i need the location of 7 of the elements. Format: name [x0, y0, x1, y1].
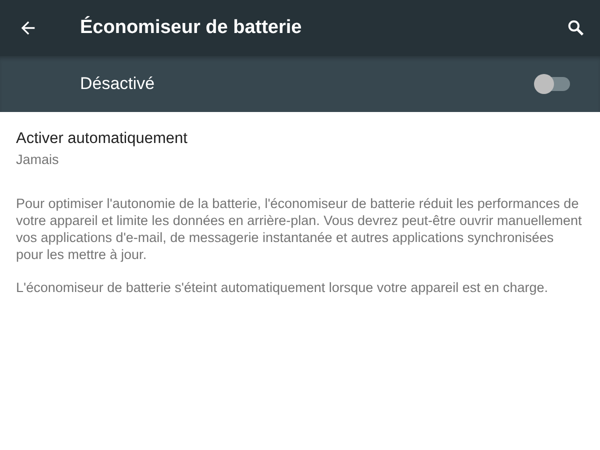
info-paragraph: L'économiseur de batterie s'éteint automatiquement lorsque votre appareil est en charge.	[16, 279, 549, 296]
setting-title: Activer automatiquement	[16, 130, 188, 148]
setting-item[interactable]: Activer automatiquement Jamais	[0, 112, 600, 181]
switch-label: Désactivé	[80, 74, 156, 94]
info-paragraph: Pour optimiser l'autonomie de la batterie, l'économiseur de batterie réduit les performances de votre appareil et limite les données en arrière-plan. Vous devrez peut-être ouvrir manuellement vos applications d'e-mail, de messagerie instantanée et autres applications synchronisées pour les mettre à jour.	[16, 195, 583, 263]
setting-summary: Jamais	[16, 152, 60, 167]
screen-title: Économiseur de batterie	[80, 17, 303, 39]
